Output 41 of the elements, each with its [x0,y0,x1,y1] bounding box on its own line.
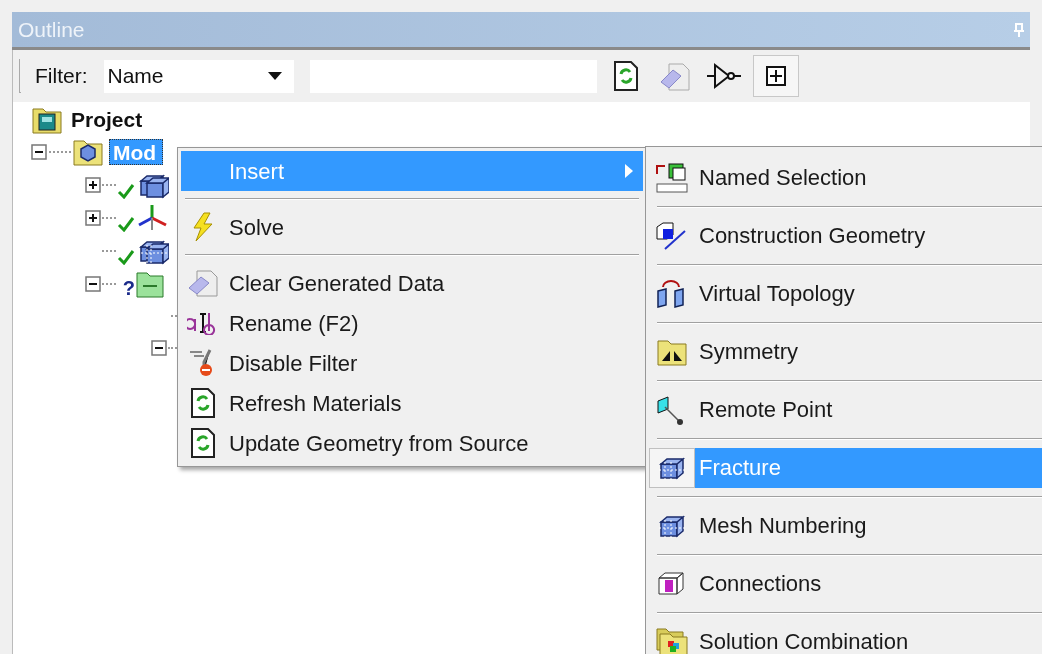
menu-item[interactable]: Clear Generated Data [181,263,643,303]
solution-folder-icon [656,627,688,654]
refresh-icon [190,388,216,418]
eraser-icon[interactable] [658,60,691,92]
refresh-icon[interactable] [612,60,639,92]
menu-item[interactable]: Mesh Numbering [649,498,1042,554]
logic-gate-icon[interactable] [706,62,741,90]
menu-item[interactable]: Update Geometry from Source [181,423,643,463]
lightning-icon [190,212,216,242]
project-folder-icon [31,105,63,135]
refresh-icon [190,428,216,458]
filter-dropdown[interactable]: Name [103,59,294,93]
connection-cube-icon [657,570,687,598]
eraser-icon [187,268,219,298]
menu-item[interactable]: Named Selection [649,150,1042,206]
filter-value: Name [107,63,164,90]
status-mark: ? [122,277,135,298]
menu-item[interactable]: Disable Filter [181,343,643,383]
collapse-icon[interactable] [31,144,47,160]
symmetry-folder-icon [656,337,688,367]
selection-icon [655,162,689,194]
tree-item[interactable]: Project [71,104,143,136]
collapse-icon[interactable] [85,275,101,292]
panel-title: Outline [18,16,85,43]
menu-item[interactable]: Solve [181,207,643,247]
menu-item[interactable]: Rename (F2) [181,303,643,343]
dropdown-arrow-icon [267,72,282,80]
expand-icon[interactable] [85,176,101,193]
model-folder-icon [73,137,103,167]
expand-all-button[interactable] [752,55,799,97]
menu-item[interactable]: Remote Point [649,382,1042,438]
menu-item[interactable]: Refresh Materials [181,383,643,423]
menu-item[interactable]: Construction Geometry [649,208,1042,264]
menu-item[interactable]: Connections [649,556,1042,612]
menu-item[interactable]: Symmetry [649,324,1042,380]
plus-box-icon [765,66,786,86]
expand-icon[interactable] [85,209,101,226]
menu-item[interactable]: Virtual Topology [649,266,1042,322]
menu-item[interactable]: Solution Combination [649,614,1042,654]
filter-label: Filter: [35,63,88,90]
collapse-icon[interactable] [151,340,167,356]
